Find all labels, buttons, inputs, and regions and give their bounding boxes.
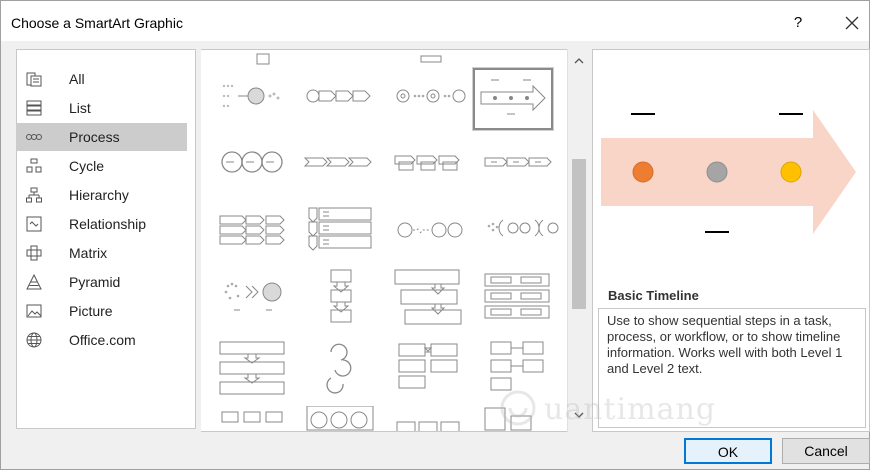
category-label: Matrix bbox=[69, 245, 108, 261]
watermark-logo: uantimang bbox=[496, 386, 756, 434]
category-label: Relationship bbox=[69, 216, 147, 232]
layout-thumbnail[interactable] bbox=[216, 138, 296, 200]
pyramid-icon bbox=[26, 274, 42, 290]
layout-gallery bbox=[201, 49, 589, 432]
layout-thumbnail[interactable] bbox=[391, 338, 471, 400]
category-label: Office.com bbox=[69, 332, 136, 348]
cancel-button[interactable]: Cancel bbox=[782, 438, 870, 464]
category-relationship[interactable]: Relationship bbox=[16, 210, 187, 238]
layout-thumbnail[interactable] bbox=[301, 202, 381, 264]
category-label: Cycle bbox=[69, 158, 105, 174]
layout-thumbnail[interactable] bbox=[216, 338, 296, 400]
layout-thumbnail[interactable] bbox=[391, 50, 471, 72]
process-icon bbox=[26, 134, 42, 140]
layout-thumbnail[interactable] bbox=[301, 138, 381, 200]
all-icon bbox=[26, 72, 42, 87]
chevron-up-icon bbox=[574, 58, 584, 64]
layout-thumbnail-basic-timeline[interactable] bbox=[472, 67, 554, 131]
category-list-item[interactable]: List bbox=[16, 94, 187, 122]
scroll-up-button[interactable] bbox=[568, 57, 590, 71]
category-label: Hierarchy bbox=[69, 187, 129, 203]
layout-thumbnail[interactable] bbox=[391, 268, 471, 330]
category-picture[interactable]: Picture bbox=[16, 297, 187, 325]
layout-thumbnail[interactable] bbox=[481, 268, 561, 330]
layout-thumbnail[interactable] bbox=[221, 50, 301, 72]
ok-button[interactable]: OK bbox=[684, 438, 772, 464]
dialog-title: Choose a SmartArt Graphic bbox=[11, 15, 183, 31]
layout-thumbnail[interactable] bbox=[391, 138, 471, 200]
category-label: Picture bbox=[69, 303, 113, 319]
category-hierarchy[interactable]: Hierarchy bbox=[16, 181, 187, 209]
layout-thumbnail[interactable] bbox=[391, 406, 471, 431]
category-pyramid[interactable]: Pyramid bbox=[16, 268, 187, 296]
watermark-text: uantimang bbox=[544, 392, 717, 427]
cycle-icon bbox=[26, 158, 42, 173]
category-matrix[interactable]: Matrix bbox=[16, 239, 187, 267]
relationship-icon bbox=[26, 216, 42, 232]
hierarchy-icon bbox=[26, 187, 42, 203]
close-button[interactable] bbox=[839, 11, 865, 35]
layout-thumbnail[interactable] bbox=[301, 338, 381, 400]
matrix-icon bbox=[26, 245, 42, 261]
layout-thumbnail[interactable] bbox=[391, 72, 471, 134]
picture-icon bbox=[26, 304, 42, 318]
layout-thumbnail[interactable] bbox=[481, 138, 561, 200]
preview-title: Basic Timeline bbox=[608, 288, 699, 303]
category-label: All bbox=[69, 71, 85, 87]
category-label: Process bbox=[69, 129, 120, 145]
smartart-dialog: Choose a SmartArt Graphic ? All List Pro… bbox=[0, 0, 870, 470]
layout-thumbnail[interactable] bbox=[391, 202, 471, 264]
gallery-scrollbar[interactable] bbox=[567, 49, 589, 432]
scroll-thumb[interactable] bbox=[572, 159, 586, 309]
layout-thumbnail[interactable] bbox=[216, 72, 296, 134]
category-label: Pyramid bbox=[69, 274, 121, 290]
category-label: List bbox=[69, 100, 91, 116]
preview-pane: Basic Timeline Use to show sequential st… bbox=[592, 49, 870, 432]
preview-image bbox=[601, 110, 856, 234]
layout-thumbnail[interactable] bbox=[301, 268, 381, 330]
close-icon bbox=[845, 16, 859, 30]
layout-thumbnail[interactable] bbox=[481, 202, 561, 264]
list-icon bbox=[26, 100, 42, 116]
layout-thumbnail[interactable] bbox=[216, 202, 296, 264]
layout-thumbnail[interactable] bbox=[216, 268, 296, 330]
layout-thumbnail[interactable] bbox=[216, 406, 296, 431]
layout-thumbnail[interactable] bbox=[301, 405, 381, 431]
layout-thumbnail[interactable] bbox=[301, 72, 381, 134]
category-all[interactable]: All bbox=[16, 65, 187, 93]
title-bar: Choose a SmartArt Graphic ? bbox=[1, 1, 869, 41]
globe-icon bbox=[26, 332, 42, 348]
category-process[interactable]: Process bbox=[16, 123, 187, 151]
help-button[interactable]: ? bbox=[786, 11, 810, 35]
category-cycle[interactable]: Cycle bbox=[16, 152, 187, 180]
category-office-com[interactable]: Office.com bbox=[16, 326, 187, 354]
